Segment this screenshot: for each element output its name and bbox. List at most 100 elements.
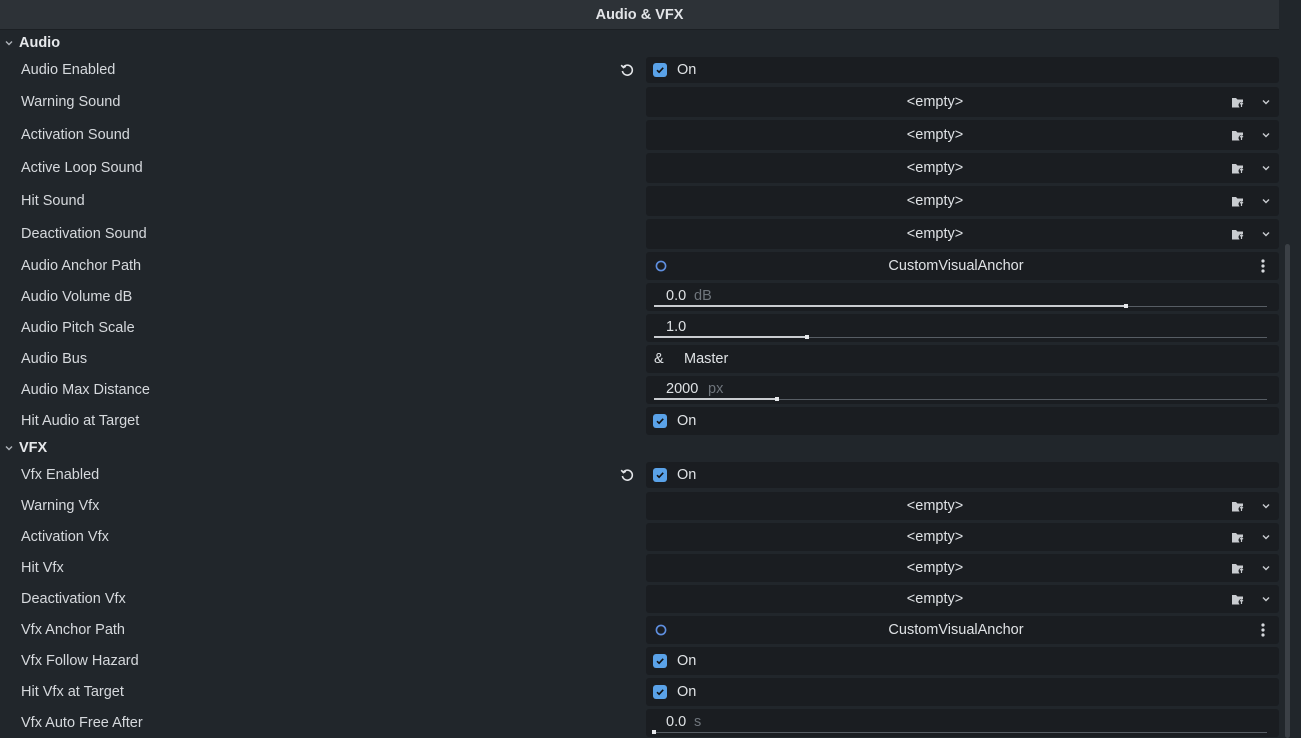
resource-picker[interactable]: <empty>: [646, 585, 1279, 613]
more-options-icon[interactable]: [1257, 622, 1269, 638]
resource-picker[interactable]: <empty>: [646, 186, 1279, 216]
node-path-picker[interactable]: CustomVisualAnchor: [646, 616, 1279, 644]
resource-value[interactable]: <empty>: [646, 523, 1224, 551]
slider-grabber[interactable]: [805, 335, 810, 339]
number-slider[interactable]: 0.0 dB: [646, 283, 1279, 311]
folder-load-icon[interactable]: [1230, 498, 1246, 514]
checkbox-checked[interactable]: [653, 414, 667, 428]
checkbox-checked[interactable]: [653, 654, 667, 668]
slider-grabber[interactable]: [652, 730, 656, 734]
prop-deactivation-sound: Deactivation Sound <empty>: [0, 218, 1279, 250]
revert-icon[interactable]: [619, 467, 635, 483]
chevron-down-icon[interactable]: [1259, 127, 1273, 143]
inspector-panel: Audio & VFX Audio Audio Enabled On Warni…: [0, 0, 1301, 738]
resource-picker[interactable]: <empty>: [646, 153, 1279, 183]
bus-value[interactable]: Master: [684, 345, 728, 373]
prop-audio-enabled: Audio Enabled On: [0, 56, 1279, 84]
checkbox-field[interactable]: On: [646, 407, 1279, 435]
checkbox-checked[interactable]: [653, 468, 667, 482]
prop-label: Warning Vfx: [21, 498, 100, 514]
checkbox-checked[interactable]: [653, 63, 667, 77]
checkbox-field[interactable]: On: [646, 462, 1279, 488]
number-slider[interactable]: 1.0: [646, 314, 1279, 342]
resource-picker[interactable]: <empty>: [646, 523, 1279, 551]
prop-active-loop-sound: Active Loop Sound <empty>: [0, 152, 1279, 184]
prop-warning-vfx: Warning Vfx <empty>: [0, 491, 1279, 521]
chevron-down-icon[interactable]: [1259, 193, 1273, 209]
resource-picker[interactable]: <empty>: [646, 492, 1279, 520]
node-path-value[interactable]: CustomVisualAnchor: [646, 616, 1266, 644]
resource-picker[interactable]: <empty>: [646, 87, 1279, 117]
prop-hit-audio-at-target: Hit Audio at Target On: [0, 406, 1279, 436]
section-title: VFX: [19, 440, 48, 456]
chevron-down-icon[interactable]: [1259, 94, 1273, 110]
chevron-down-icon[interactable]: [1259, 529, 1273, 545]
folder-load-icon[interactable]: [1230, 591, 1246, 607]
prop-label: Audio Bus: [21, 351, 88, 367]
bus-prefix: &: [654, 351, 664, 367]
chevron-down-icon[interactable]: [1259, 498, 1273, 514]
folder-load-icon[interactable]: [1230, 529, 1246, 545]
chevron-down-icon[interactable]: [1259, 160, 1273, 176]
scrollbar-thumb[interactable]: [1285, 244, 1290, 738]
slider-grabber[interactable]: [1124, 304, 1128, 308]
folder-load-icon[interactable]: [1230, 127, 1246, 143]
checkbox-label: On: [677, 62, 697, 78]
number-slider[interactable]: 2000 px: [646, 376, 1279, 404]
prop-label: Hit Vfx: [21, 560, 64, 576]
resource-value[interactable]: <empty>: [646, 219, 1224, 249]
node-path-picker[interactable]: CustomVisualAnchor: [646, 252, 1279, 280]
inspector-header: Audio & VFX: [0, 0, 1279, 30]
resource-value[interactable]: <empty>: [646, 87, 1224, 117]
number-unit: s: [694, 714, 702, 730]
chevron-down-icon[interactable]: [1259, 591, 1273, 607]
number-value[interactable]: 1.0: [666, 319, 686, 335]
resource-picker[interactable]: <empty>: [646, 554, 1279, 582]
prop-label: Audio Max Distance: [21, 382, 150, 398]
checkbox-field[interactable]: On: [646, 647, 1279, 675]
prop-activation-vfx: Activation Vfx <empty>: [0, 522, 1279, 552]
checkbox-field[interactable]: On: [646, 57, 1279, 83]
prop-label: Deactivation Sound: [21, 226, 147, 242]
number-unit: dB: [694, 288, 712, 304]
slider-track[interactable]: [652, 730, 1267, 734]
resource-picker[interactable]: <empty>: [646, 120, 1279, 150]
folder-load-icon[interactable]: [1230, 226, 1246, 242]
prop-label: Hit Sound: [21, 193, 85, 209]
resource-value[interactable]: <empty>: [646, 492, 1224, 520]
prop-label: Active Loop Sound: [21, 160, 143, 176]
prop-label: Hit Audio at Target: [21, 413, 140, 429]
resource-value[interactable]: <empty>: [646, 554, 1224, 582]
more-options-icon[interactable]: [1257, 258, 1269, 274]
prop-hit-sound: Hit Sound <empty>: [0, 185, 1279, 217]
number-slider[interactable]: 0.0 s: [646, 709, 1279, 737]
slider-track[interactable]: [654, 304, 1267, 308]
slider-grabber[interactable]: [774, 397, 779, 401]
folder-load-icon[interactable]: [1230, 193, 1246, 209]
resource-picker[interactable]: <empty>: [646, 219, 1279, 249]
slider-track[interactable]: [654, 335, 1267, 339]
number-value[interactable]: 2000: [666, 381, 698, 397]
folder-load-icon[interactable]: [1230, 160, 1246, 176]
prop-vfx-enabled: Vfx Enabled On: [0, 461, 1279, 489]
resource-value[interactable]: <empty>: [646, 585, 1224, 613]
checkbox-field[interactable]: On: [646, 678, 1279, 706]
slider-track[interactable]: [654, 397, 1267, 401]
prop-label: Vfx Follow Hazard: [21, 653, 139, 669]
node-path-value[interactable]: CustomVisualAnchor: [646, 252, 1266, 280]
revert-icon[interactable]: [619, 62, 635, 78]
checkbox-checked[interactable]: [653, 685, 667, 699]
resource-value[interactable]: <empty>: [646, 153, 1224, 183]
section-audio[interactable]: Audio: [0, 30, 1279, 56]
chevron-down-icon[interactable]: [1259, 226, 1273, 242]
resource-value[interactable]: <empty>: [646, 120, 1224, 150]
chevron-down-icon[interactable]: [1259, 560, 1273, 576]
prop-activation-sound: Activation Sound <empty>: [0, 119, 1279, 151]
bus-selector[interactable]: & Master: [646, 345, 1279, 373]
folder-load-icon[interactable]: [1230, 560, 1246, 576]
number-value[interactable]: 0.0: [666, 288, 686, 304]
number-value[interactable]: 0.0: [666, 714, 686, 730]
folder-load-icon[interactable]: [1230, 94, 1246, 110]
section-vfx[interactable]: VFX: [0, 435, 1279, 461]
resource-value[interactable]: <empty>: [646, 186, 1224, 216]
